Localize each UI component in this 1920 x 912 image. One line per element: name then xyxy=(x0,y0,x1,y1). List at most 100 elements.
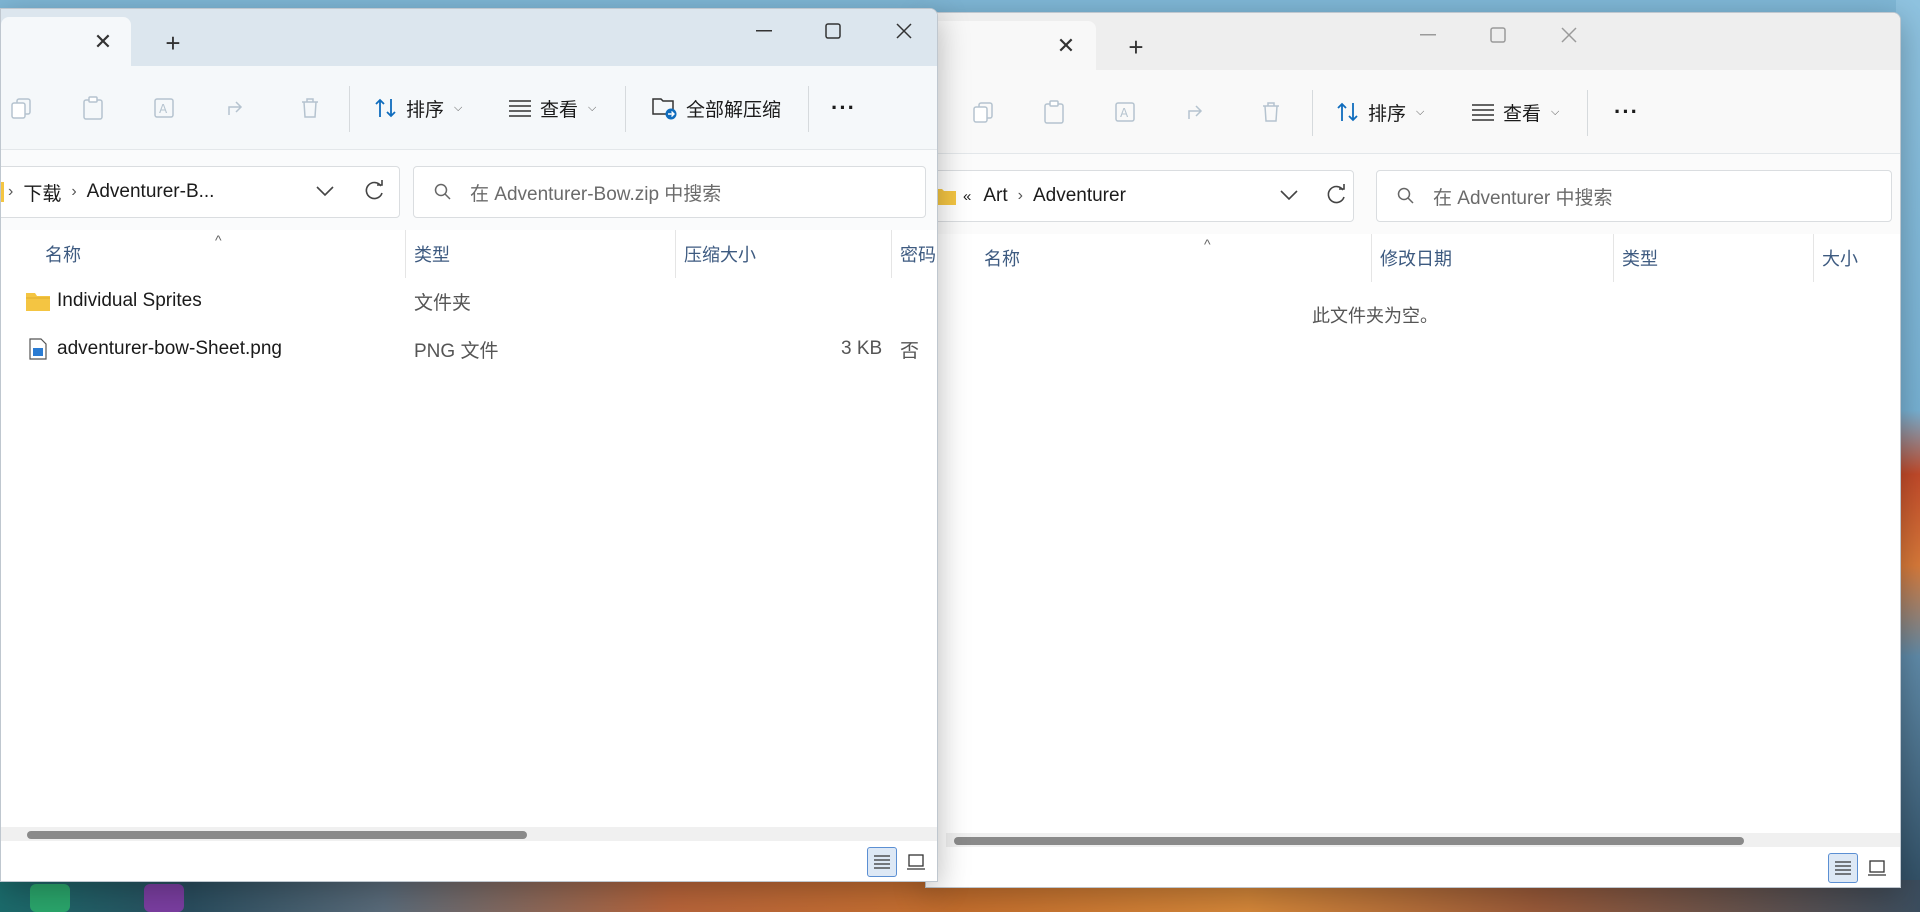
search-box[interactable]: 在 Adventurer 中搜索 xyxy=(1376,170,1892,222)
extract-archive-icon xyxy=(652,98,677,120)
file-list-pane: 名称 ^ 类型 压缩大小 密码 Individual Sprites 文件夹 a… xyxy=(1,230,937,841)
share-button[interactable] xyxy=(218,88,258,128)
tiles-view-icon xyxy=(907,854,925,870)
maximize-button[interactable] xyxy=(798,9,868,53)
refresh-icon xyxy=(1327,184,1345,204)
breadcrumb-overflow[interactable]: « xyxy=(963,188,971,205)
image-file-icon xyxy=(29,326,47,372)
view-button[interactable]: 查看 ⌵ xyxy=(1471,92,1559,132)
new-tab-button[interactable]: + xyxy=(155,25,191,61)
refresh-button[interactable] xyxy=(357,174,391,208)
list-item[interactable]: adventurer-bow-Sheet.png PNG 文件 3 KB 否 xyxy=(1,326,937,372)
new-tab-button[interactable]: + xyxy=(1118,29,1154,65)
column-header-type[interactable]: 类型 xyxy=(1613,234,1813,282)
sort-label: 排序 xyxy=(406,99,445,121)
folder-icon xyxy=(25,278,51,324)
close-icon xyxy=(1561,27,1577,43)
toolbar-divider xyxy=(1312,90,1313,136)
desktop-shortcut-app-icon[interactable] xyxy=(144,884,184,912)
file-size: 3 KB xyxy=(841,338,883,359)
sort-button[interactable]: 排序 ⌵ xyxy=(1336,92,1424,132)
breadcrumb-item-adventurer[interactable]: Adventurer xyxy=(1033,185,1126,207)
maximize-icon xyxy=(825,23,841,39)
view-label: 查看 xyxy=(1503,103,1542,125)
details-view-button[interactable] xyxy=(867,847,897,877)
rename-icon: A xyxy=(154,98,174,118)
rename-button[interactable]: A xyxy=(145,88,185,128)
folder-icon xyxy=(1,182,4,202)
view-button[interactable]: 查看 ⌵ xyxy=(508,88,596,128)
details-view-icon xyxy=(874,855,890,869)
tab-adventurer-bow-zip[interactable]: ✕ xyxy=(1,17,131,67)
horizontal-scrollbar[interactable] xyxy=(1,827,937,841)
column-header-date-modified[interactable]: 修改日期 xyxy=(1371,234,1613,282)
list-item[interactable]: Individual Sprites 文件夹 xyxy=(1,278,937,324)
file-list-pane: 名称 ^ 修改日期 类型 大小 此文件夹为空。 xyxy=(946,234,1900,847)
share-icon xyxy=(1188,105,1203,119)
details-view-button[interactable] xyxy=(1828,853,1858,883)
extract-all-button[interactable]: 全部解压缩 xyxy=(652,88,781,128)
tiles-view-button[interactable] xyxy=(901,847,931,877)
svg-text:A: A xyxy=(1120,106,1129,120)
copy-icon xyxy=(11,98,31,119)
column-header-compressed-size[interactable]: 压缩大小 xyxy=(675,230,891,278)
more-options-button[interactable]: ··· xyxy=(831,88,856,128)
column-header-row: 名称 ^ 类型 压缩大小 密码 xyxy=(1,230,937,278)
column-header-size[interactable]: 大小 xyxy=(1813,234,1900,282)
column-header-type[interactable]: 类型 xyxy=(405,230,675,278)
horizontal-scrollbar-thumb[interactable] xyxy=(27,831,527,839)
close-window-button[interactable] xyxy=(1534,13,1604,57)
paste-button[interactable] xyxy=(73,88,113,128)
breadcrumb-item-art[interactable]: Art xyxy=(983,185,1007,207)
chevron-right-icon: › xyxy=(71,183,77,200)
command-bar: A 排序 ⌵ 查看 ⌵ ··· xyxy=(926,70,1900,154)
chevron-down-icon: ⌵ xyxy=(1551,105,1560,118)
horizontal-scrollbar[interactable] xyxy=(946,833,1900,847)
paste-button[interactable] xyxy=(1034,92,1074,132)
breadcrumb-item-adventurer-bow[interactable]: Adventurer-B... xyxy=(87,181,215,203)
tab-adventurer[interactable]: ✕ xyxy=(926,21,1096,71)
more-options-button[interactable]: ··· xyxy=(1614,92,1639,132)
column-header-password[interactable]: 密码 xyxy=(891,230,937,278)
chevron-down-icon xyxy=(1280,190,1298,201)
rename-button[interactable]: A xyxy=(1106,92,1146,132)
toolbar-divider xyxy=(1587,90,1588,136)
column-header-name[interactable]: 名称 xyxy=(976,234,1371,282)
copy-button[interactable] xyxy=(963,92,1003,132)
minimize-button[interactable] xyxy=(729,9,799,53)
refresh-button[interactable] xyxy=(1319,178,1353,212)
title-bar: ✕ + xyxy=(1,9,937,67)
view-label: 查看 xyxy=(540,99,579,121)
sort-ascending-icon: ^ xyxy=(1204,236,1211,252)
horizontal-scrollbar-thumb[interactable] xyxy=(954,837,1744,845)
delete-button[interactable] xyxy=(1251,92,1291,132)
minimize-button[interactable] xyxy=(1393,13,1463,57)
maximize-button[interactable] xyxy=(1463,13,1533,57)
tab-close-button[interactable]: ✕ xyxy=(1050,30,1082,62)
copy-button[interactable] xyxy=(1,88,41,128)
delete-button[interactable] xyxy=(290,88,330,128)
trash-icon xyxy=(302,98,318,118)
tab-close-button[interactable]: ✕ xyxy=(87,26,119,58)
refresh-icon xyxy=(365,180,383,200)
address-row: « Art › Adventurer 在 Adventurer 中搜索 xyxy=(926,154,1900,234)
minimize-icon xyxy=(1420,34,1436,36)
search-box[interactable]: 在 Adventurer-Bow.zip 中搜索 xyxy=(413,166,926,218)
breadcrumb-item-downloads[interactable]: 下载 xyxy=(23,179,61,206)
svg-text:A: A xyxy=(159,102,168,116)
file-password: 否 xyxy=(900,340,920,362)
tiles-view-button[interactable] xyxy=(1862,853,1892,883)
close-icon xyxy=(896,23,912,39)
column-header-row: 名称 ^ 修改日期 类型 大小 xyxy=(946,234,1900,282)
sort-button[interactable]: 排序 ⌵ xyxy=(374,88,462,128)
desktop-shortcut-wechat-icon[interactable] xyxy=(30,884,70,912)
address-dropdown-button[interactable] xyxy=(1272,178,1306,212)
share-button[interactable] xyxy=(1178,92,1218,132)
toolbar-divider xyxy=(808,86,809,132)
sort-ascending-icon: ^ xyxy=(215,232,222,248)
toolbar-divider xyxy=(625,86,626,132)
details-view-icon xyxy=(1835,861,1851,875)
address-dropdown-button[interactable] xyxy=(308,174,342,208)
file-type: 文件夹 xyxy=(414,292,472,314)
close-window-button[interactable] xyxy=(869,9,937,53)
